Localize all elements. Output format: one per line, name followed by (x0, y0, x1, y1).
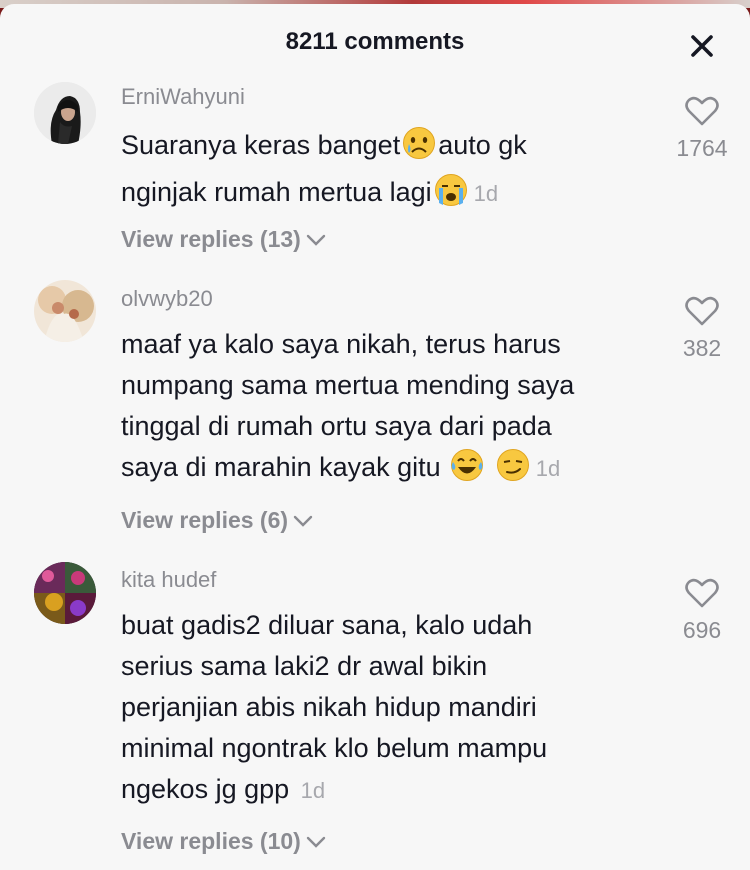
chevron-down-icon (306, 836, 326, 848)
comment-time: 1d (535, 456, 561, 481)
view-replies-label: View replies (6) (121, 507, 289, 533)
avatar[interactable] (34, 280, 96, 342)
chevron-down-icon (306, 234, 326, 246)
loudly-crying-face-icon (434, 173, 468, 219)
comment-line: maaf ya kalo saya nikah, terus harus (121, 329, 561, 359)
view-replies-label: View replies (10) (121, 828, 301, 854)
comment-line: ngekos jg gpp (121, 774, 290, 804)
comment-text-part: auto gk (438, 130, 527, 160)
close-icon (691, 35, 713, 57)
crying-face-icon (402, 126, 436, 172)
like-count: 1764 (676, 135, 728, 161)
comment-line: serius sama laki2 dr awal bikin (121, 651, 488, 681)
comment-username[interactable]: ErniWahyuni (121, 84, 245, 110)
view-replies-button[interactable]: View replies (10) (121, 828, 327, 855)
like-button[interactable]: 382 (662, 296, 742, 362)
comment-time: 1d (473, 181, 499, 206)
comment-text-part: nginjak rumah mertua lagi (121, 177, 432, 207)
like-count: 382 (682, 335, 722, 361)
comment-text: maaf ya kalo saya nikah, terus harus num… (121, 324, 641, 494)
close-button[interactable] (686, 30, 718, 62)
comments-sheet: 8211 comments ErniWahyuni Suaranya keras… (0, 4, 750, 870)
comments-count-title: 8211 comments (285, 28, 465, 55)
comment-text-part: Suaranya keras banget (121, 130, 401, 160)
comment-line: buat gadis2 diluar sana, kalo udah (121, 610, 533, 640)
comment-text: Suaranya keras banget auto gk nginjak rum… (121, 125, 641, 219)
like-button[interactable]: 696 (662, 578, 742, 644)
like-count: 696 (682, 617, 722, 643)
view-replies-button[interactable]: View replies (13) (121, 226, 327, 253)
avatar[interactable] (34, 562, 96, 624)
comment-time: 1d (300, 778, 326, 803)
comment-username[interactable]: olvwyb20 (121, 286, 213, 312)
comments-header: 8211 comments (0, 4, 750, 84)
comment-line: tinggal di rumah ortu saya dari pada (121, 411, 552, 441)
comment-line: saya di marahin kayak gitu (121, 452, 441, 482)
view-replies-button[interactable]: View replies (6) (121, 507, 314, 534)
tears-of-joy-icon (450, 448, 484, 494)
comment-line: perjanjian abis nikah hidup mandiri (121, 692, 537, 722)
comment-text: buat gadis2 diluar sana, kalo udah seriu… (121, 605, 641, 811)
like-button[interactable]: 1764 (662, 96, 742, 162)
comment-line: minimal ngontrak klo belum mampu (121, 733, 548, 763)
avatar[interactable] (34, 82, 96, 144)
heart-icon (685, 296, 719, 326)
heart-icon (685, 96, 719, 126)
smirking-face-icon (496, 448, 530, 494)
chevron-down-icon (293, 515, 313, 527)
comment-line: numpang sama mertua mending saya (121, 370, 575, 400)
comment-username[interactable]: kita hudef (121, 567, 216, 593)
view-replies-label: View replies (13) (121, 226, 301, 252)
heart-icon (685, 578, 719, 608)
